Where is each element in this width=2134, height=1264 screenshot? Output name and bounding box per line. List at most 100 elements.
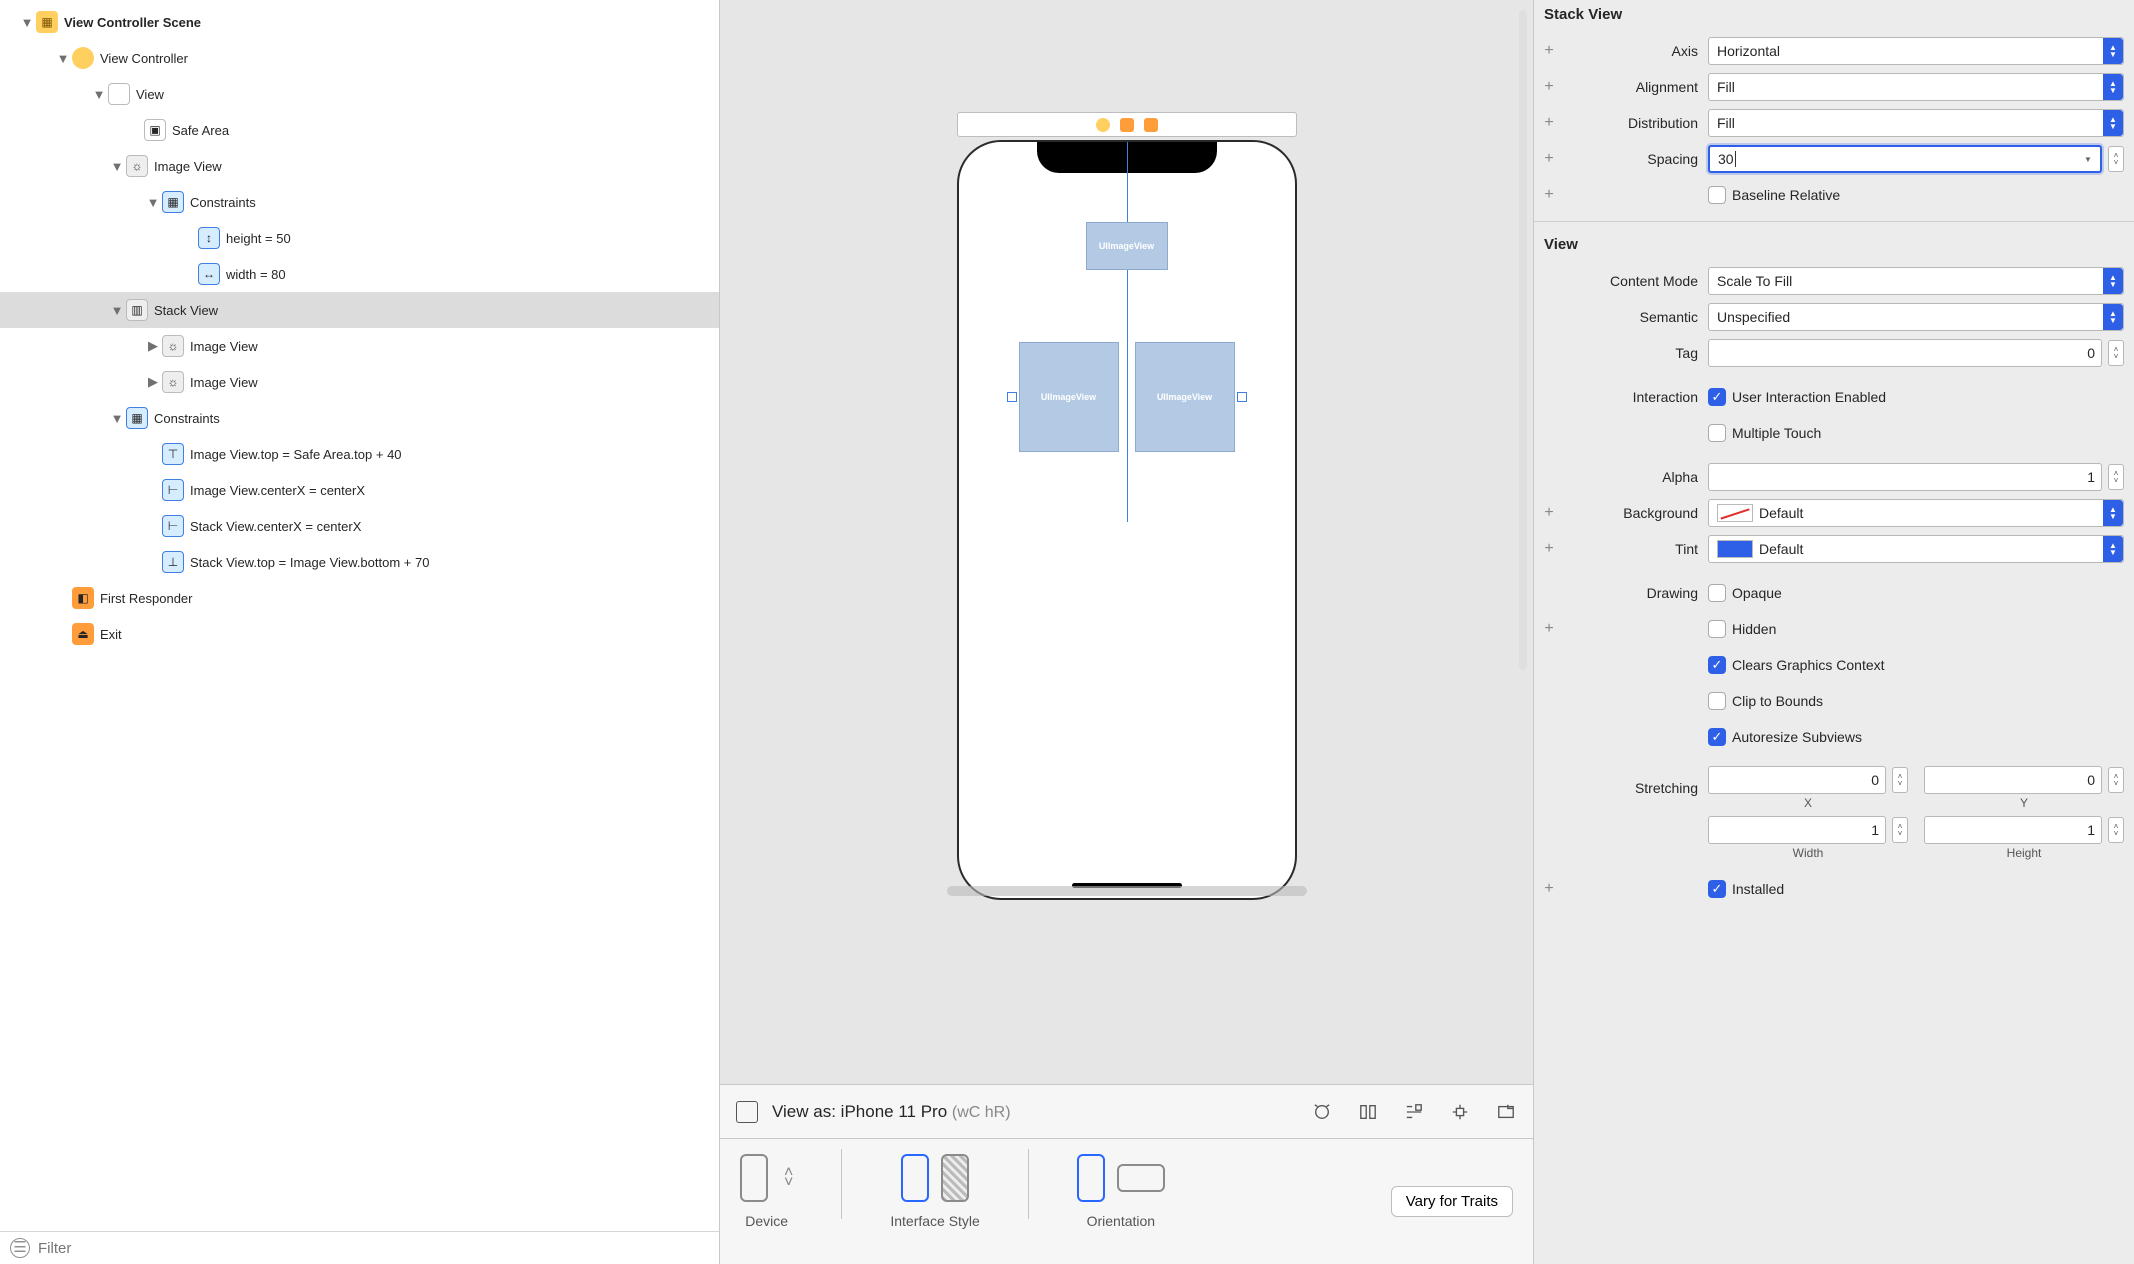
- dark-style-icon[interactable]: [941, 1154, 969, 1202]
- add-trait-button[interactable]: +: [1540, 186, 1558, 204]
- resolve-issues-icon[interactable]: [1495, 1103, 1517, 1121]
- vary-for-traits-button[interactable]: Vary for Traits: [1391, 1186, 1513, 1217]
- outline-constraint[interactable]: ⊢ Image View.centerX = centerX: [0, 472, 719, 508]
- outline-exit[interactable]: ⏏ Exit: [0, 616, 719, 652]
- user-interaction-checkbox[interactable]: ✓: [1708, 388, 1726, 406]
- view-as-label[interactable]: View as: iPhone 11 Pro (wC hR): [772, 1102, 1297, 1122]
- outline-safearea[interactable]: ▼ ▣ Safe Area: [0, 112, 719, 148]
- exit-icon[interactable]: [1144, 118, 1158, 132]
- disclosure-icon[interactable]: ▶: [144, 338, 162, 354]
- device-icon[interactable]: [740, 1154, 768, 1202]
- toggle-outline-button[interactable]: [736, 1101, 758, 1123]
- pin-icon[interactable]: [1449, 1103, 1471, 1121]
- interface-style-picker[interactable]: Interface Style: [890, 1149, 980, 1229]
- stretch-y-stepper[interactable]: ˄˅: [2108, 767, 2124, 793]
- stretch-x-stepper[interactable]: ˄˅: [1892, 767, 1908, 793]
- stretch-y-input[interactable]: 0: [1924, 766, 2102, 794]
- stretch-w-input[interactable]: 1: [1708, 816, 1886, 844]
- disclosure-icon[interactable]: ▶: [144, 374, 162, 390]
- alpha-stepper[interactable]: ˄˅: [2108, 464, 2124, 490]
- stretch-h-input[interactable]: 1: [1924, 816, 2102, 844]
- clears-graphics-checkbox[interactable]: ✓: [1708, 656, 1726, 674]
- disclosure-icon[interactable]: ▼: [18, 15, 36, 30]
- chevron-down-icon[interactable]: ▼: [2080, 156, 2096, 163]
- outline-constraints-group[interactable]: ▼ ▦ Constraints: [0, 184, 719, 220]
- add-trait-button[interactable]: +: [1540, 620, 1558, 638]
- add-trait-button[interactable]: +: [1540, 114, 1558, 132]
- outline-constraint[interactable]: ⊢ Stack View.centerX = centerX: [0, 508, 719, 544]
- outline-first-responder[interactable]: ◧ First Responder: [0, 580, 719, 616]
- canvas-imageview[interactable]: UIImageView: [1086, 222, 1168, 270]
- outline-constraints-group[interactable]: ▼ ▦ Constraints: [0, 400, 719, 436]
- content-mode-select[interactable]: Scale To Fill▲▼: [1708, 267, 2124, 295]
- outline-constraint[interactable]: ⊤ Image View.top = Safe Area.top + 40: [0, 436, 719, 472]
- chevron-updown-icon[interactable]: ˄˅: [784, 1168, 793, 1188]
- stretch-x-input[interactable]: 0: [1708, 766, 1886, 794]
- canvas-imageview[interactable]: UIImageView: [1135, 342, 1235, 452]
- embed-in-icon[interactable]: [1357, 1103, 1379, 1121]
- opaque-checkbox[interactable]: [1708, 584, 1726, 602]
- outline-imageview[interactable]: ▶ ☼ Image View: [0, 364, 719, 400]
- canvas-imageview[interactable]: UIImageView: [1019, 342, 1119, 452]
- tag-input[interactable]: 0: [1708, 339, 2102, 367]
- resize-handle-left[interactable]: [1007, 392, 1017, 402]
- canvas[interactable]: UIImageView UIImageView UIImageView: [720, 0, 1533, 1084]
- baseline-checkbox[interactable]: [1708, 186, 1726, 204]
- add-trait-button[interactable]: +: [1540, 150, 1558, 168]
- disclosure-icon[interactable]: ▼: [108, 159, 126, 174]
- multiple-touch-checkbox[interactable]: [1708, 424, 1726, 442]
- outline-constraint[interactable]: ↔ width = 80: [0, 256, 719, 292]
- background-select[interactable]: Default▲▼: [1708, 499, 2124, 527]
- add-trait-button[interactable]: +: [1540, 540, 1558, 558]
- disclosure-icon[interactable]: ▼: [144, 195, 162, 210]
- clip-to-bounds-checkbox[interactable]: [1708, 692, 1726, 710]
- canvas-stackview[interactable]: UIImageView UIImageView: [1019, 342, 1235, 452]
- scene-dock[interactable]: [957, 112, 1297, 137]
- device-picker[interactable]: ˄˅ Device: [740, 1149, 793, 1229]
- distribution-select[interactable]: Fill▲▼: [1708, 109, 2124, 137]
- outline-scene[interactable]: ▼ ▦ View Controller Scene: [0, 4, 719, 40]
- outline-imageview[interactable]: ▼ ☼ Image View: [0, 148, 719, 184]
- resize-handle-right[interactable]: [1237, 392, 1247, 402]
- landscape-icon[interactable]: [1117, 1164, 1165, 1192]
- spacing-stepper[interactable]: ˄˅: [2108, 146, 2124, 172]
- device-frame[interactable]: UIImageView UIImageView UIImageView: [957, 140, 1297, 900]
- alignment-select[interactable]: Fill▲▼: [1708, 73, 2124, 101]
- add-trait-button[interactable]: +: [1540, 880, 1558, 898]
- outline-constraint[interactable]: ⊥ Stack View.top = Image View.bottom + 7…: [0, 544, 719, 580]
- installed-checkbox[interactable]: ✓: [1708, 880, 1726, 898]
- light-style-icon[interactable]: [901, 1154, 929, 1202]
- add-trait-button[interactable]: +: [1540, 42, 1558, 60]
- disclosure-icon[interactable]: ▼: [108, 411, 126, 426]
- vertical-scrollbar[interactable]: [1519, 10, 1527, 670]
- outline-stackview[interactable]: ▼ ▥ Stack View: [0, 292, 719, 328]
- disclosure-icon[interactable]: ▼: [90, 87, 108, 102]
- filter-input[interactable]: [38, 1240, 709, 1257]
- add-trait-button[interactable]: +: [1540, 504, 1558, 522]
- alpha-input[interactable]: 1: [1708, 463, 2102, 491]
- portrait-icon[interactable]: [1077, 1154, 1105, 1202]
- align-icon[interactable]: [1403, 1103, 1425, 1121]
- stretch-h-stepper[interactable]: ˄˅: [2108, 817, 2124, 843]
- outline-imageview[interactable]: ▶ ☼ Image View: [0, 328, 719, 364]
- update-frames-icon[interactable]: [1311, 1103, 1333, 1121]
- stretch-w-stepper[interactable]: ˄˅: [1892, 817, 1908, 843]
- autoresize-checkbox[interactable]: ✓: [1708, 728, 1726, 746]
- tint-select[interactable]: Default▲▼: [1708, 535, 2124, 563]
- horizontal-scrollbar[interactable]: [947, 886, 1307, 896]
- hidden-checkbox[interactable]: [1708, 620, 1726, 638]
- outline-constraint[interactable]: ↕ height = 50: [0, 220, 719, 256]
- axis-select[interactable]: Horizontal▲▼: [1708, 37, 2124, 65]
- spacing-input[interactable]: 30▼: [1708, 145, 2102, 173]
- outline-view[interactable]: ▼ View: [0, 76, 719, 112]
- disclosure-icon[interactable]: ▼: [108, 303, 126, 318]
- semantic-select[interactable]: Unspecified▲▼: [1708, 303, 2124, 331]
- disclosure-icon[interactable]: ▼: [54, 51, 72, 66]
- viewcontroller-icon[interactable]: [1096, 118, 1110, 132]
- filter-icon[interactable]: ☰: [10, 1238, 30, 1258]
- add-trait-button[interactable]: +: [1540, 78, 1558, 96]
- first-responder-icon[interactable]: [1120, 118, 1134, 132]
- outline-viewcontroller[interactable]: ▼ View Controller: [0, 40, 719, 76]
- orientation-picker[interactable]: Orientation: [1077, 1149, 1165, 1229]
- tag-stepper[interactable]: ˄˅: [2108, 340, 2124, 366]
